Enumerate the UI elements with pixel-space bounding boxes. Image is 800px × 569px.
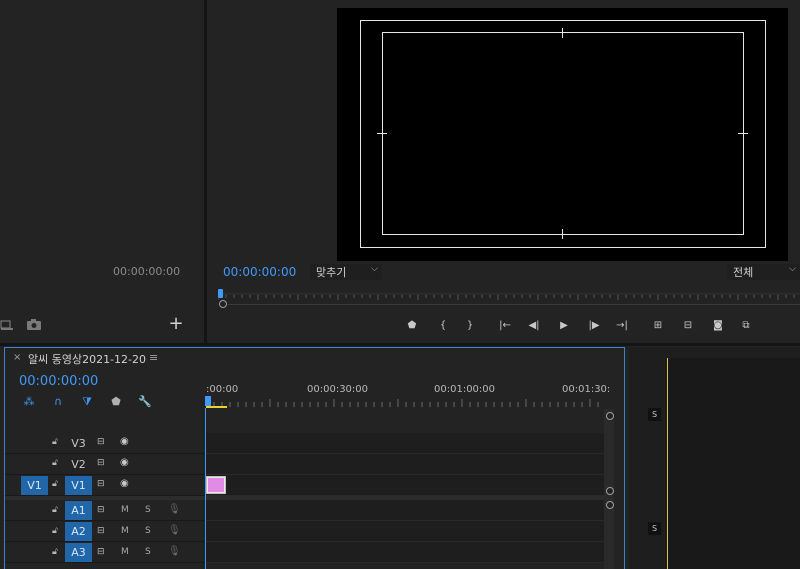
zoom-level-value: 맞추기 bbox=[316, 266, 347, 279]
snap-magnet-icon[interactable]: ∩ bbox=[51, 395, 65, 408]
timeline-timecode[interactable]: 00:00:00:00 bbox=[19, 374, 98, 389]
program-video-canvas[interactable] bbox=[337, 8, 788, 261]
video-track-lane[interactable] bbox=[206, 433, 605, 454]
source-timecode[interactable]: 00:00:00:00 bbox=[113, 265, 180, 278]
panel-divider-horizontal[interactable] bbox=[0, 343, 800, 346]
step-back-button[interactable]: ◀| bbox=[526, 318, 542, 334]
clip-thumbnail bbox=[208, 478, 224, 492]
chevron-down-icon: ⌵ bbox=[789, 264, 796, 274]
track-target[interactable]: V3 bbox=[65, 434, 92, 453]
program-timecode[interactable]: 00:00:00:00 bbox=[223, 265, 296, 279]
eye-icon[interactable]: ◉ bbox=[120, 478, 132, 489]
insert-icon[interactable] bbox=[0, 318, 14, 332]
center-mark-top bbox=[562, 28, 563, 38]
extract-button[interactable]: ⊟ bbox=[680, 318, 696, 334]
mark-out-button[interactable]: } bbox=[462, 318, 478, 334]
scroll-handle-audio[interactable] bbox=[606, 501, 614, 509]
nest-sequence-icon[interactable]: ⁂ bbox=[22, 395, 36, 408]
program-zoom-handle[interactable] bbox=[219, 300, 227, 308]
work-area-bar[interactable] bbox=[206, 406, 227, 408]
sync-lock-icon[interactable]: ⊟ bbox=[97, 526, 109, 536]
sync-lock-icon[interactable]: ⊟ bbox=[97, 458, 109, 468]
panel-menu-icon[interactable]: ≡ bbox=[149, 351, 158, 364]
lift-button[interactable]: ⊞ bbox=[650, 318, 666, 334]
add-marker-button[interactable]: ⬟ bbox=[404, 318, 420, 334]
program-time-ruler[interactable] bbox=[218, 289, 800, 303]
center-mark-right-v bbox=[743, 128, 744, 138]
title-safe-guide bbox=[382, 32, 744, 235]
lock-icon[interactable]: 🔓︎ bbox=[52, 458, 62, 468]
video-track-lane[interactable] bbox=[206, 475, 605, 496]
go-to-in-button[interactable]: |← bbox=[497, 318, 513, 334]
track-target[interactable]: V2 bbox=[65, 455, 92, 474]
solo-badge[interactable]: S bbox=[648, 522, 661, 535]
lock-icon[interactable]: 🔓︎ bbox=[52, 526, 62, 536]
scroll-handle-top[interactable] bbox=[606, 412, 614, 420]
sync-lock-icon[interactable]: ⊟ bbox=[97, 505, 109, 515]
ruler-label: :00:00 bbox=[206, 384, 239, 395]
mute-button[interactable]: M bbox=[121, 547, 129, 557]
microphone-icon[interactable]: 🎙︎ bbox=[168, 546, 181, 557]
sync-lock-icon[interactable]: ⊟ bbox=[97, 437, 109, 447]
center-mark-left-v bbox=[382, 128, 383, 138]
program-playhead[interactable] bbox=[218, 289, 223, 298]
audio-track-lane[interactable] bbox=[206, 500, 605, 521]
mute-button[interactable]: M bbox=[121, 526, 129, 536]
sync-lock-icon[interactable]: ⊟ bbox=[97, 479, 109, 489]
linked-selection-icon[interactable]: ⧩ bbox=[80, 395, 94, 408]
source-patch[interactable]: V1 bbox=[21, 476, 48, 495]
track-target[interactable]: A1 bbox=[65, 501, 92, 520]
compare-view-button[interactable]: ⧉ bbox=[738, 318, 754, 334]
audio-track-lane[interactable] bbox=[206, 521, 605, 542]
playhead-line bbox=[205, 408, 206, 569]
mute-button[interactable]: M bbox=[121, 505, 129, 515]
go-to-out-button[interactable]: →| bbox=[614, 318, 630, 334]
solo-button[interactable]: S bbox=[145, 547, 151, 557]
camera-icon[interactable] bbox=[26, 318, 42, 332]
track-target[interactable]: A3 bbox=[65, 543, 92, 562]
playback-resolution-value: 전체 bbox=[733, 266, 754, 279]
chevron-down-icon: ⌵ bbox=[371, 264, 378, 274]
lock-icon[interactable]: 🔓︎ bbox=[52, 547, 62, 557]
program-zoom-scrollbar[interactable] bbox=[228, 304, 800, 305]
meter-level-line bbox=[667, 358, 668, 569]
timeline-time-ruler[interactable]: :00:00 00:00:30:00 00:01:00:00 00:01:30: bbox=[206, 381, 610, 409]
ruler-label: 00:01:00:00 bbox=[434, 384, 496, 395]
track-target[interactable]: A2 bbox=[65, 522, 92, 541]
video-audio-separator[interactable] bbox=[5, 496, 605, 500]
solo-button[interactable]: S bbox=[145, 526, 151, 536]
video-track-lane[interactable] bbox=[206, 454, 605, 475]
microphone-icon[interactable]: 🎙︎ bbox=[168, 504, 181, 515]
lock-icon[interactable]: 🔓︎ bbox=[52, 505, 62, 515]
lock-icon[interactable]: 🔓︎ bbox=[52, 479, 62, 489]
ruler-label: 00:01:30: bbox=[562, 384, 611, 395]
sync-lock-icon[interactable]: ⊟ bbox=[97, 547, 109, 557]
close-icon[interactable]: × bbox=[13, 352, 21, 363]
playback-resolution-select[interactable]: 전체 ⌵ bbox=[727, 264, 800, 280]
timeline-playhead[interactable] bbox=[205, 396, 211, 406]
add-marker-icon[interactable]: ⬟ bbox=[109, 395, 123, 408]
solo-button[interactable]: S bbox=[145, 505, 151, 515]
center-mark-bottom bbox=[562, 229, 563, 239]
zoom-level-select[interactable]: 맞추기 ⌵ bbox=[310, 264, 382, 280]
step-forward-button[interactable]: |▶ bbox=[586, 318, 602, 334]
mark-in-button[interactable]: { bbox=[435, 318, 451, 334]
audio-meter-area bbox=[667, 358, 800, 569]
transport-controls: ⬟ {} |← ◀| ▶ |▶ →| ⊞ ⊟ ◙ ⧉ bbox=[400, 318, 800, 336]
microphone-icon[interactable]: 🎙︎ bbox=[168, 525, 181, 536]
scroll-handle-middle[interactable] bbox=[606, 487, 614, 495]
eye-icon[interactable]: ◉ bbox=[120, 436, 132, 447]
lock-icon[interactable]: 🔓︎ bbox=[52, 437, 62, 447]
solo-badge[interactable]: S bbox=[648, 408, 661, 421]
wrench-icon[interactable]: 🔧 bbox=[138, 395, 152, 408]
play-button[interactable]: ▶ bbox=[556, 318, 572, 334]
sequence-tab-title[interactable]: 알씨 동영상2021-12-20 bbox=[28, 351, 146, 367]
audio-track-lane[interactable] bbox=[206, 542, 605, 563]
eye-icon[interactable]: ◉ bbox=[120, 457, 132, 468]
add-button[interactable]: + bbox=[168, 315, 184, 333]
source-monitor-panel bbox=[0, 0, 204, 343]
track-target[interactable]: V1 bbox=[65, 476, 92, 495]
export-frame-button[interactable]: ◙ bbox=[710, 318, 726, 334]
ruler-label: 00:00:30:00 bbox=[307, 384, 369, 395]
